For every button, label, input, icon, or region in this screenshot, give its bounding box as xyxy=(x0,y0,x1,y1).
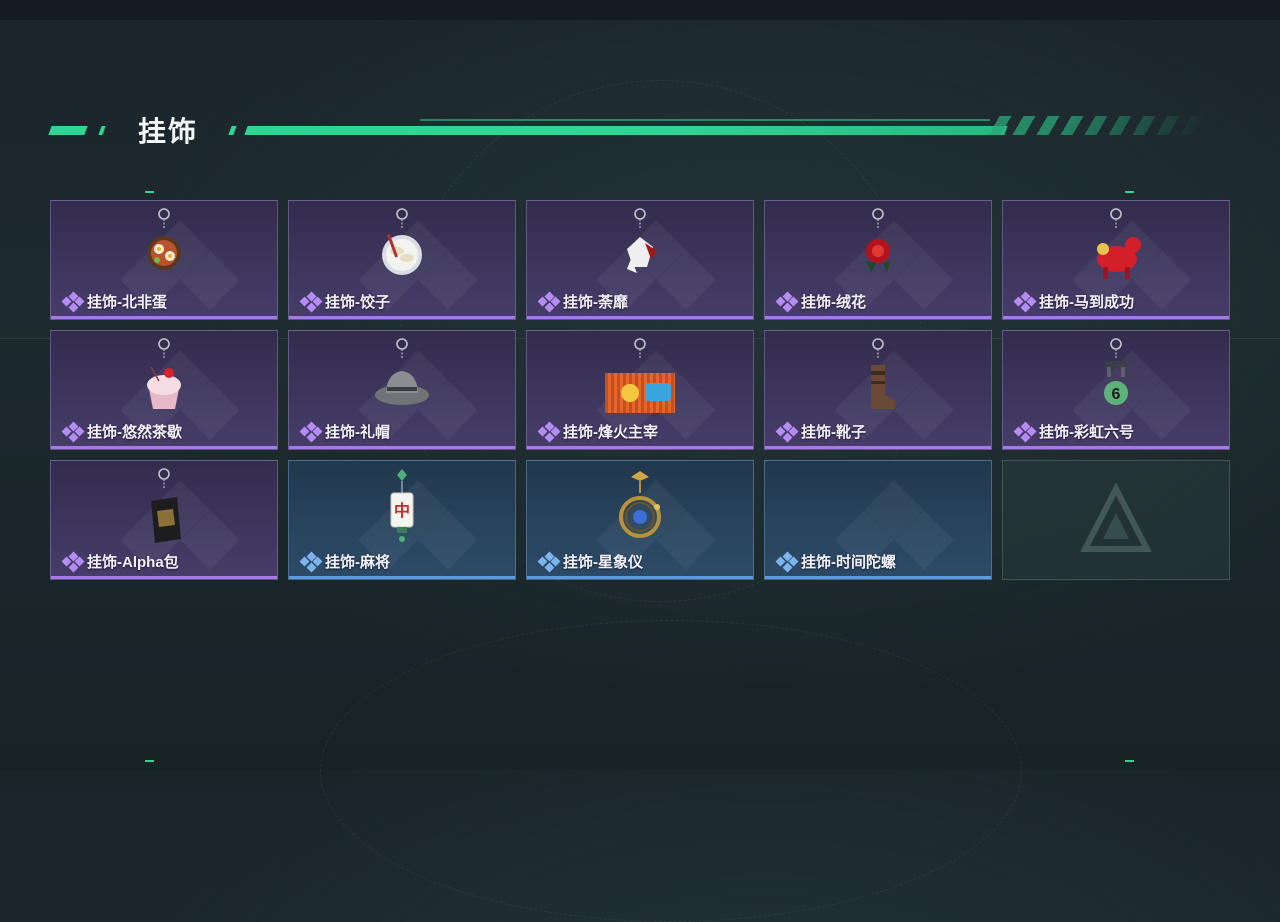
section-header: 挂饰 xyxy=(48,108,1210,148)
charm-label: 挂饰-烽火主宰 xyxy=(537,421,658,442)
svg-text:6: 6 xyxy=(1112,386,1121,403)
charm-card[interactable]: 挂饰-星象仪 xyxy=(526,460,754,580)
boot-charm-icon xyxy=(871,338,895,409)
fedora-hat-charm-icon xyxy=(375,338,429,405)
charm-card[interactable]: 中 挂饰-麻将 xyxy=(288,460,516,580)
charm-name: 挂饰-烽火主宰 xyxy=(563,424,658,441)
rarity-diamond-icon xyxy=(775,551,799,572)
mahjong-tile-charm-icon: 中 xyxy=(390,469,414,542)
charm-name: 挂饰-悠然茶歇 xyxy=(87,424,182,441)
alpha-bag-charm-icon xyxy=(151,468,181,543)
charm-card[interactable]: 挂饰-礼帽 xyxy=(288,330,516,450)
charm-name: 挂饰-彩虹六号 xyxy=(1039,424,1134,441)
charm-label: 挂饰-悠然茶歇 xyxy=(61,421,182,442)
charm-label: 挂饰-马到成功 xyxy=(1013,291,1134,312)
rarity-diamond-icon xyxy=(299,291,323,312)
rarity-diamond-icon xyxy=(61,551,85,572)
charm-card[interactable]: 挂饰-荼靡 xyxy=(526,200,754,320)
astrolabe-charm-icon xyxy=(619,471,661,538)
velvet-flower-charm-icon xyxy=(866,208,890,273)
charm-label: 挂饰-Alpha包 xyxy=(61,551,179,572)
charm-label: 挂饰-彩虹六号 xyxy=(1013,421,1134,442)
charm-card[interactable]: 挂饰-饺子 xyxy=(288,200,516,320)
rarity-bar xyxy=(51,446,277,449)
charm-name: 挂饰-星象仪 xyxy=(563,554,643,571)
corner-tick xyxy=(145,191,154,193)
rainbow-six-charm-icon: 6 xyxy=(1104,338,1128,405)
rarity-bar xyxy=(289,316,515,319)
charm-label: 挂饰-荼靡 xyxy=(537,291,628,312)
charm-name: 挂饰-马到成功 xyxy=(1039,294,1134,311)
charm-label: 挂饰-靴子 xyxy=(775,421,866,442)
dumpling-plate-charm-icon xyxy=(382,208,422,275)
charm-card[interactable]: 挂饰-靴子 xyxy=(764,330,992,450)
charm-grid: 挂饰-北非蛋 挂饰-饺子 挂饰-荼靡 挂饰-绒花 挂饰-马到成功 挂饰-悠然茶歇… xyxy=(50,200,1230,580)
charm-card[interactable]: 挂饰-时间陀螺 xyxy=(764,460,992,580)
header-checker-pattern xyxy=(988,116,1210,135)
rarity-bar xyxy=(289,446,515,449)
rarity-diamond-icon xyxy=(61,421,85,442)
charm-label: 挂饰-礼帽 xyxy=(299,421,390,442)
background-deco-arc xyxy=(320,620,1022,922)
charm-card[interactable]: 挂饰-马到成功 xyxy=(1002,200,1230,320)
rarity-bar xyxy=(51,576,277,579)
svg-text:中: 中 xyxy=(394,501,410,520)
rarity-bar xyxy=(765,446,991,449)
rarity-bar xyxy=(527,576,753,579)
rarity-bar xyxy=(527,446,753,449)
shakshuka-pan-charm-icon xyxy=(147,208,181,270)
charm-name: 挂饰-麻将 xyxy=(325,554,390,571)
delta-logo-icon xyxy=(1080,483,1152,552)
rarity-diamond-icon xyxy=(537,291,561,312)
rarity-diamond-icon xyxy=(537,551,561,572)
charm-name: 挂饰-礼帽 xyxy=(325,424,390,441)
charm-name: 挂饰-时间陀螺 xyxy=(801,554,896,571)
rarity-diamond-icon xyxy=(1013,291,1037,312)
charm-label: 挂饰-星象仪 xyxy=(537,551,643,572)
charm-name: 挂饰-饺子 xyxy=(325,294,390,311)
charm-card[interactable]: 挂饰-烽火主宰 xyxy=(526,330,754,450)
corner-tick xyxy=(1125,760,1134,762)
charm-name: 挂饰-荼靡 xyxy=(563,294,628,311)
rarity-bar xyxy=(527,316,753,319)
charm-card[interactable]: 挂饰-Alpha包 xyxy=(50,460,278,580)
empty-slot xyxy=(1002,460,1230,580)
header-accent-bar xyxy=(244,126,1008,135)
rarity-bar xyxy=(1003,446,1229,449)
charm-name: 挂饰-Alpha包 xyxy=(87,554,179,571)
rarity-diamond-icon xyxy=(537,421,561,442)
top-bar xyxy=(0,0,1280,20)
corner-tick xyxy=(145,760,154,762)
charm-name: 挂饰-绒花 xyxy=(801,294,866,311)
rarity-diamond-icon xyxy=(775,291,799,312)
corner-tick xyxy=(1125,191,1134,193)
charm-label: 挂饰-饺子 xyxy=(299,291,390,312)
rarity-diamond-icon xyxy=(61,291,85,312)
charm-label: 挂饰-绒花 xyxy=(775,291,866,312)
rarity-diamond-icon xyxy=(299,421,323,442)
cupcake-charm-icon xyxy=(147,338,181,409)
charm-card[interactable]: 挂饰-北非蛋 xyxy=(50,200,278,320)
charm-label: 挂饰-麻将 xyxy=(299,551,390,572)
rarity-bar xyxy=(765,576,991,579)
rarity-diamond-icon xyxy=(775,421,799,442)
rarity-diamond-icon xyxy=(299,551,323,572)
rarity-bar xyxy=(1003,316,1229,319)
graffiti-container-charm-icon xyxy=(605,338,675,413)
rarity-diamond-icon xyxy=(1013,421,1037,442)
charm-name: 挂饰-北非蛋 xyxy=(87,294,167,311)
section-title: 挂饰 xyxy=(138,116,199,147)
charm-name: 挂饰-靴子 xyxy=(801,424,866,441)
charm-card[interactable]: 挂饰-绒花 xyxy=(764,200,992,320)
flower-charm-icon xyxy=(627,208,657,273)
rarity-bar xyxy=(51,316,277,319)
charm-card[interactable]: 6 挂饰-彩虹六号 xyxy=(1002,330,1230,450)
rarity-bar xyxy=(765,316,991,319)
rarity-bar xyxy=(289,576,515,579)
charm-card[interactable]: 挂饰-悠然茶歇 xyxy=(50,330,278,450)
charm-label: 挂饰-时间陀螺 xyxy=(775,551,896,572)
charm-label: 挂饰-北非蛋 xyxy=(61,291,167,312)
red-horse-charm-icon xyxy=(1097,208,1141,279)
